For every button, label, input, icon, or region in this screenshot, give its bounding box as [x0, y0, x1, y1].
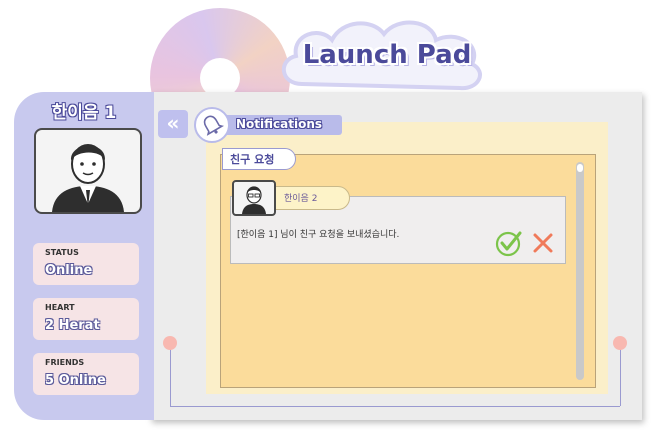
double-chevron-left-icon: « — [166, 111, 180, 135]
connector-bottom — [170, 406, 620, 407]
scrollbar-track[interactable] — [576, 162, 584, 380]
status-value: Online — [45, 263, 93, 278]
avatar — [34, 128, 142, 214]
collapse-button[interactable]: « — [158, 110, 188, 138]
heart-value: 2 Herat — [45, 318, 100, 333]
connector-right — [620, 346, 621, 406]
connector-dot-right — [613, 336, 627, 350]
friends-value: 5 Online — [45, 373, 106, 388]
username: 한이음 1 — [51, 103, 117, 123]
requester-avatar — [232, 180, 276, 216]
app-title: Launch Pad — [302, 40, 472, 70]
friends-card: FRIENDS 5 Online — [33, 353, 139, 395]
scrollbar-thumb[interactable] — [577, 164, 583, 172]
heart-card: HEART 2 Herat — [33, 298, 139, 340]
heart-label: HEART — [45, 303, 75, 312]
status-card: STATUS Online — [33, 243, 139, 285]
connector-dot-left — [163, 336, 177, 350]
reject-button[interactable] — [530, 230, 556, 256]
notifications-label: Notifications — [236, 117, 323, 131]
friends-label: FRIENDS — [45, 358, 85, 367]
bell-icon — [203, 115, 225, 136]
connector-left — [170, 346, 171, 406]
requester-name: 한이음 2 — [284, 194, 318, 204]
bell-icon-badge — [194, 107, 230, 143]
accept-button[interactable] — [494, 228, 524, 258]
request-message: [한이음 1] 님이 친구 요청을 보내셨습니다. — [237, 230, 400, 240]
section-title: 친구 요청 — [230, 153, 275, 166]
x-mark-icon — [533, 233, 553, 253]
status-label: STATUS — [45, 248, 79, 257]
person-glasses-icon — [242, 186, 266, 214]
person-icon — [52, 144, 124, 212]
